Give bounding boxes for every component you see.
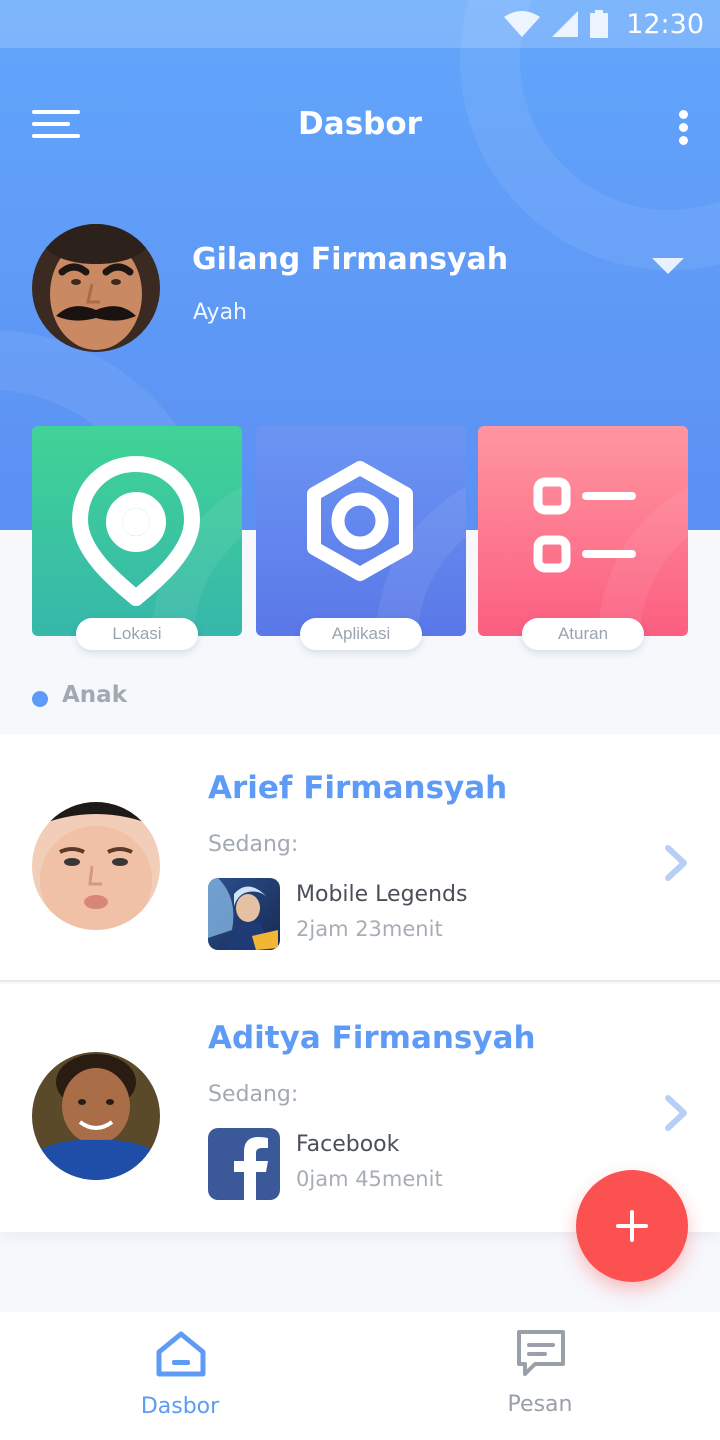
activity-status-label: Sedang: bbox=[208, 832, 299, 857]
top-app-bar: Dasbor bbox=[0, 90, 720, 166]
tile-lokasi[interactable]: Lokasi bbox=[32, 426, 242, 650]
app-usage-duration: 2jam 23menit bbox=[296, 917, 443, 941]
home-icon bbox=[156, 1331, 206, 1377]
chevron-down-icon[interactable] bbox=[652, 258, 684, 278]
section-dot bbox=[32, 691, 48, 707]
current-app-name: Mobile Legends bbox=[296, 882, 468, 907]
tile-label-lokasi: Lokasi bbox=[76, 618, 198, 650]
bottom-navigation: Dasbor Pesan bbox=[0, 1312, 720, 1440]
child-card[interactable]: Arief Firmansyah Sedang: Mobile Legends … bbox=[0, 734, 720, 982]
chevron-right-icon[interactable] bbox=[660, 842, 690, 884]
nav-label: Pesan bbox=[507, 1392, 573, 1417]
parent-profile[interactable]: Gilang Firmansyah Ayah bbox=[0, 220, 720, 360]
signal-icon bbox=[552, 11, 579, 37]
child-avatar bbox=[32, 802, 160, 930]
current-app-name: Facebook bbox=[296, 1132, 400, 1157]
more-options-icon[interactable] bbox=[672, 110, 696, 146]
add-button[interactable] bbox=[576, 1170, 688, 1282]
nav-label: Dasbor bbox=[140, 1394, 220, 1419]
tile-label-aplikasi: Aplikasi bbox=[300, 618, 422, 650]
child-avatar bbox=[32, 1052, 160, 1180]
wifi-icon bbox=[504, 11, 541, 37]
tile-aturan[interactable]: Aturan bbox=[478, 426, 688, 650]
status-time: 12:30 bbox=[626, 8, 704, 40]
app-usage-duration: 0jam 45menit bbox=[296, 1167, 443, 1191]
child-name: Aditya Firmansyah bbox=[208, 1020, 536, 1056]
page-title: Dasbor bbox=[298, 106, 422, 142]
parent-role: Ayah bbox=[193, 300, 248, 325]
rules-list-icon bbox=[533, 477, 636, 573]
parent-avatar bbox=[32, 224, 160, 352]
chevron-right-icon[interactable] bbox=[660, 1092, 690, 1134]
status-bar: 12:30 bbox=[0, 0, 720, 48]
tile-aplikasi[interactable]: Aplikasi bbox=[256, 426, 466, 650]
plus-icon bbox=[616, 1210, 648, 1242]
location-pin-icon bbox=[72, 456, 200, 606]
tile-label-aturan: Aturan bbox=[522, 618, 644, 650]
parent-name: Gilang Firmansyah bbox=[192, 242, 509, 277]
nav-item-pesan[interactable]: Pesan bbox=[360, 1312, 720, 1440]
message-icon bbox=[517, 1330, 565, 1376]
mobile-legends-icon bbox=[208, 878, 280, 950]
activity-status-label: Sedang: bbox=[208, 1082, 299, 1107]
facebook-icon bbox=[208, 1128, 280, 1200]
nav-item-dasbor[interactable]: Dasbor bbox=[0, 1312, 360, 1440]
battery-icon bbox=[590, 10, 609, 38]
section-title: Anak bbox=[62, 682, 127, 708]
hexagon-app-icon bbox=[307, 461, 413, 581]
child-name: Arief Firmansyah bbox=[208, 770, 508, 806]
